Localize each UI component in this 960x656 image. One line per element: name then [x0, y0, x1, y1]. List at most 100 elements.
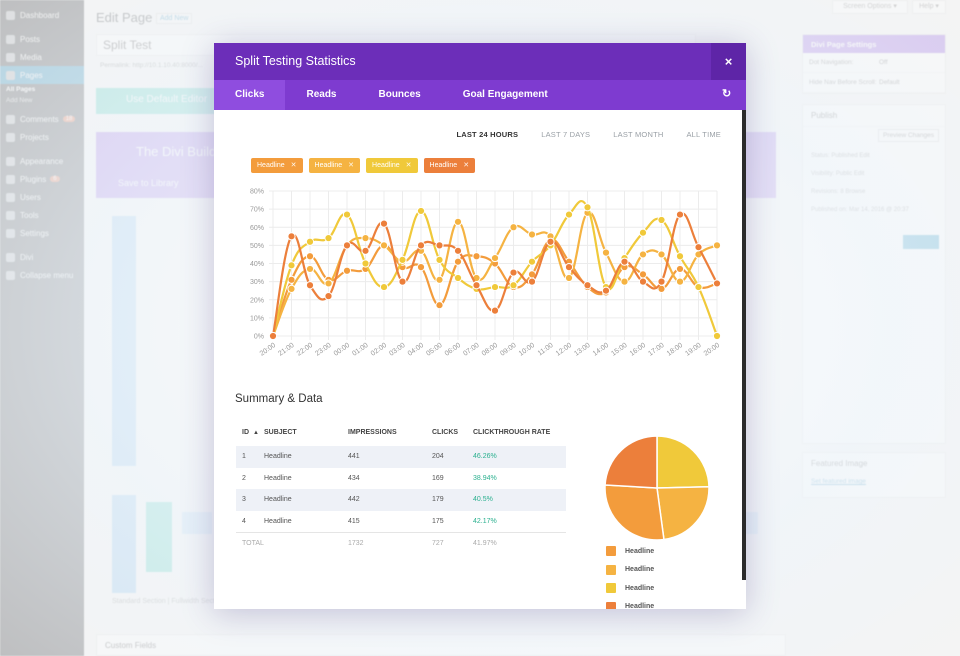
data-point[interactable]: [435, 255, 444, 264]
data-point[interactable]: [527, 230, 537, 239]
data-point[interactable]: [638, 270, 648, 279]
data-point[interactable]: [712, 331, 722, 341]
remove-tag-icon[interactable]: ✕: [463, 158, 469, 173]
data-point[interactable]: [638, 228, 648, 237]
legend-item[interactable]: Headline: [606, 542, 654, 561]
data-point[interactable]: [694, 282, 703, 292]
table-row[interactable]: 3 Headline 442 179 40.5%: [236, 489, 566, 511]
data-point[interactable]: [416, 263, 426, 272]
data-point[interactable]: [287, 232, 296, 241]
range-last-24-hours[interactable]: LAST 24 HOURS: [456, 130, 518, 139]
data-point[interactable]: [287, 261, 296, 270]
tab-reads[interactable]: Reads: [285, 80, 357, 110]
data-point[interactable]: [583, 203, 592, 212]
data-point[interactable]: [435, 241, 444, 250]
pie-slice[interactable]: [656, 485, 710, 541]
data-point[interactable]: [342, 241, 352, 250]
subject-tag[interactable]: Headline ✕: [251, 158, 303, 173]
data-point[interactable]: [712, 241, 722, 250]
data-point[interactable]: [583, 281, 592, 290]
data-point[interactable]: [564, 273, 574, 283]
data-point[interactable]: [453, 217, 463, 226]
data-point[interactable]: [379, 282, 389, 292]
data-point[interactable]: [657, 277, 666, 286]
legend-item[interactable]: Headline: [606, 561, 654, 580]
data-point[interactable]: [712, 279, 722, 288]
table-row[interactable]: 4 Headline 415 175 42.17%: [236, 511, 566, 533]
data-point[interactable]: [601, 286, 611, 295]
data-point[interactable]: [324, 234, 333, 243]
data-point[interactable]: [287, 284, 296, 293]
data-point[interactable]: [546, 237, 555, 246]
data-point[interactable]: [379, 241, 389, 250]
data-point[interactable]: [638, 277, 648, 286]
data-point[interactable]: [398, 255, 407, 264]
data-point[interactable]: [490, 306, 500, 315]
data-point[interactable]: [675, 277, 685, 286]
tab-goal-engagement[interactable]: Goal Engagement: [442, 80, 569, 110]
data-point[interactable]: [638, 250, 648, 259]
data-point[interactable]: [342, 266, 352, 275]
data-point[interactable]: [564, 263, 574, 272]
data-point[interactable]: [435, 301, 444, 310]
legend-item[interactable]: Headline: [606, 579, 654, 598]
refresh-icon[interactable]: ↻: [722, 88, 734, 100]
tab-bounces[interactable]: Bounces: [357, 80, 441, 110]
data-point[interactable]: [509, 223, 518, 232]
data-point[interactable]: [509, 281, 518, 290]
data-point[interactable]: [361, 246, 370, 255]
data-point[interactable]: [675, 210, 685, 219]
data-point[interactable]: [453, 257, 463, 266]
data-point[interactable]: [694, 243, 703, 252]
data-point[interactable]: [620, 257, 629, 266]
col-clicks-header[interactable]: CLICKS: [432, 429, 473, 436]
data-point[interactable]: [509, 268, 518, 277]
data-point[interactable]: [361, 234, 370, 243]
table-row[interactable]: 1 Headline 441 204 46.26%: [236, 446, 566, 468]
data-point[interactable]: [361, 259, 370, 268]
close-icon[interactable]: ×: [711, 43, 746, 80]
remove-tag-icon[interactable]: ✕: [406, 158, 412, 173]
remove-tag-icon[interactable]: ✕: [291, 158, 297, 173]
data-point[interactable]: [601, 248, 611, 257]
subject-tag[interactable]: Headline ✕: [366, 158, 418, 173]
data-point[interactable]: [620, 277, 629, 286]
data-point[interactable]: [657, 215, 666, 225]
range-last-7-days[interactable]: LAST 7 DAYS: [541, 130, 590, 139]
data-point[interactable]: [305, 237, 315, 246]
subject-tag[interactable]: Headline ✕: [308, 158, 361, 173]
data-point[interactable]: [490, 282, 500, 292]
range-all-time[interactable]: ALL TIME: [686, 130, 721, 139]
data-point[interactable]: [657, 250, 666, 259]
data-point[interactable]: [675, 252, 685, 261]
data-point[interactable]: [398, 277, 407, 286]
data-point[interactable]: [324, 279, 333, 288]
data-point[interactable]: [305, 281, 315, 290]
data-point[interactable]: [268, 331, 278, 341]
data-point[interactable]: [416, 206, 426, 216]
data-point[interactable]: [564, 210, 574, 219]
data-point[interactable]: [435, 275, 444, 284]
range-last-month[interactable]: LAST MONTH: [613, 130, 663, 139]
data-point[interactable]: [527, 277, 537, 286]
subject-tag[interactable]: Headline ✕: [423, 158, 476, 173]
data-point[interactable]: [324, 292, 333, 301]
tab-clicks[interactable]: Clicks: [214, 80, 286, 110]
col-subject-header[interactable]: SUBJECT: [264, 429, 348, 436]
data-point[interactable]: [675, 264, 685, 274]
col-impressions-header[interactable]: IMPRESSIONS: [348, 429, 432, 436]
data-point[interactable]: [305, 264, 315, 274]
table-row[interactable]: 2 Headline 434 169 38.94%: [236, 468, 566, 490]
data-point[interactable]: [379, 219, 389, 228]
data-point[interactable]: [342, 210, 352, 219]
pie-slice[interactable]: [604, 484, 665, 541]
data-point[interactable]: [453, 246, 463, 255]
data-point[interactable]: [416, 241, 426, 250]
data-point[interactable]: [472, 252, 481, 261]
remove-tag-icon[interactable]: ✕: [348, 158, 354, 173]
data-point[interactable]: [472, 281, 481, 290]
sort-ascending-icon[interactable]: ▲: [253, 430, 259, 436]
pie-slice[interactable]: [656, 435, 710, 489]
legend-item[interactable]: Headline: [606, 598, 654, 609]
col-ctr-header[interactable]: CLICKTHROUGH RATE: [473, 429, 565, 436]
